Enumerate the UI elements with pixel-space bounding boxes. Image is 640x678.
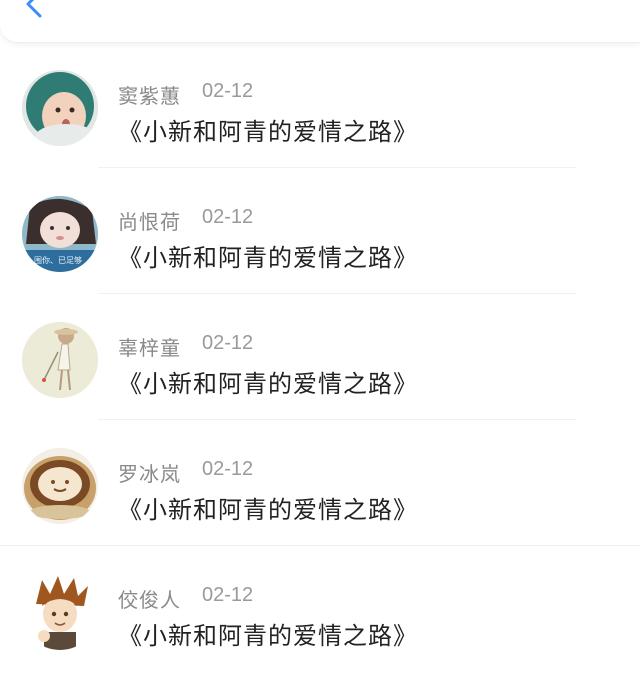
message-date: 02-12 — [202, 80, 254, 102]
message-list: 窦紫蕙 02-12 《小新和阿青的爱情之路》 _围你、已足够 尚恨荷 02-12… — [0, 42, 640, 672]
sender-name: 辜梓童 — [118, 336, 181, 360]
chevron-left-icon[interactable] — [22, 0, 44, 18]
sender-name: 佼俊人 — [118, 588, 181, 612]
message-date: 02-12 — [202, 206, 254, 228]
message-date: 02-12 — [202, 584, 254, 606]
sketch-girl-avatar[interactable] — [22, 322, 98, 398]
top-bar — [0, 0, 640, 43]
sender-name: 尚恨荷 — [118, 210, 181, 234]
list-item[interactable]: 佼俊人 02-12 《小新和阿青的爱情之路》 — [0, 546, 640, 672]
sender-name: 窦紫蕙 — [118, 84, 181, 108]
latte-art-avatar[interactable] — [22, 448, 98, 524]
list-item[interactable]: _围你、已足够 尚恨荷 02-12 《小新和阿青的爱情之路》 — [0, 168, 640, 294]
sender-name: 罗冰岚 — [118, 462, 181, 486]
message-date: 02-12 — [202, 332, 254, 354]
message-text: 《小新和阿青的爱情之路》 — [118, 622, 418, 650]
girl-avatar[interactable]: _围你、已足够 — [22, 196, 98, 272]
message-text: 《小新和阿青的爱情之路》 — [118, 244, 418, 272]
list-item[interactable]: 窦紫蕙 02-12 《小新和阿青的爱情之路》 — [0, 42, 640, 168]
baby-avatar[interactable] — [22, 70, 98, 146]
list-item[interactable]: 罗冰岚 02-12 《小新和阿青的爱情之路》 — [0, 420, 640, 546]
anime-boy-avatar[interactable] — [22, 574, 98, 650]
list-item[interactable]: 辜梓童 02-12 《小新和阿青的爱情之路》 — [0, 294, 640, 420]
message-text: 《小新和阿青的爱情之路》 — [118, 118, 418, 146]
message-text: 《小新和阿青的爱情之路》 — [118, 370, 418, 398]
avatar-caption: _围你、已足够 — [29, 255, 82, 265]
message-date: 02-12 — [202, 458, 254, 480]
message-text: 《小新和阿青的爱情之路》 — [118, 496, 418, 524]
